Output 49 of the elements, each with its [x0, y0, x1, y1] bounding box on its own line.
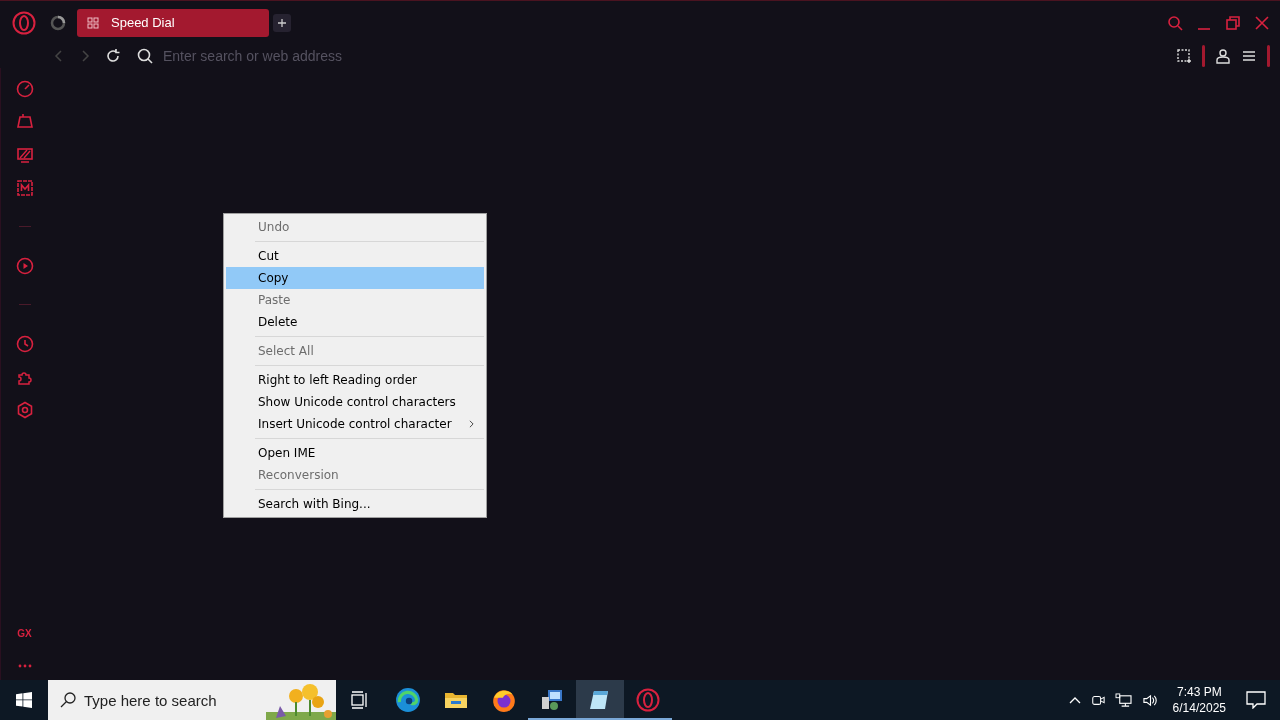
snapshot-icon[interactable]	[1176, 48, 1192, 64]
settings-sliders-icon[interactable]	[1241, 48, 1257, 64]
search-field[interactable]: Type here to search	[84, 691, 258, 709]
task-view-icon	[350, 690, 370, 710]
search-icon[interactable]	[1167, 14, 1183, 31]
gx-label[interactable]: GX	[17, 628, 32, 639]
volume-icon[interactable]	[1141, 692, 1159, 708]
close-icon[interactable]	[1254, 14, 1270, 31]
clock-date[interactable]: 6/14/2025	[1172, 700, 1226, 716]
network-icon[interactable]	[1114, 692, 1132, 708]
installer-icon	[540, 688, 564, 712]
chevron-up-icon[interactable]	[1068, 696, 1081, 704]
menu-item[interactable]: Copy	[226, 267, 484, 289]
settings-icon[interactable]	[15, 400, 34, 419]
search-icon	[137, 48, 153, 64]
edge-icon	[395, 687, 421, 713]
firefox-icon	[491, 687, 517, 713]
taskbar-search-bar[interactable]: Type here to search	[48, 680, 336, 720]
menu-item[interactable]: Show Unicode control characters	[226, 391, 484, 413]
menu-item[interactable]: Open IME	[226, 442, 484, 464]
notification-icon[interactable]	[1246, 691, 1266, 709]
browser-logo-icon[interactable]	[12, 10, 36, 35]
restore-icon[interactable]	[1225, 14, 1241, 31]
clock-time[interactable]: 7:43 PM	[1176, 684, 1222, 700]
clock-icon[interactable]	[15, 334, 34, 353]
opera-icon	[636, 688, 660, 712]
camera-icon[interactable]	[1090, 693, 1105, 707]
reload-icon[interactable]	[105, 48, 121, 64]
grid-icon	[87, 16, 99, 29]
more-icon[interactable]	[17, 664, 32, 668]
windows-icon	[16, 692, 32, 708]
menu-item[interactable]: Insert Unicode control character	[226, 413, 484, 435]
loading-icon	[50, 14, 66, 31]
screen-icon[interactable]	[15, 145, 34, 164]
menu-item[interactable]: Cut	[226, 245, 484, 267]
search-icon	[60, 692, 76, 708]
menu-item[interactable]: Right to left Reading order	[226, 369, 484, 391]
speedometer-icon[interactable]	[15, 79, 34, 98]
menu-item[interactable]: Delete	[226, 311, 484, 333]
new-tab-button[interactable]	[273, 13, 291, 32]
plus-icon	[277, 17, 287, 28]
profile-icon[interactable]	[1215, 48, 1231, 64]
menu-item[interactable]: Search with Bing...	[226, 493, 484, 515]
shop-icon[interactable]	[15, 112, 34, 131]
address-field[interactable]: Enter search or web address	[163, 48, 1166, 64]
messenger-icon[interactable]	[15, 178, 34, 197]
taskbar-app[interactable]	[576, 680, 624, 720]
browser-tab[interactable]: Speed Dial	[77, 8, 269, 37]
player-icon[interactable]	[15, 256, 34, 275]
